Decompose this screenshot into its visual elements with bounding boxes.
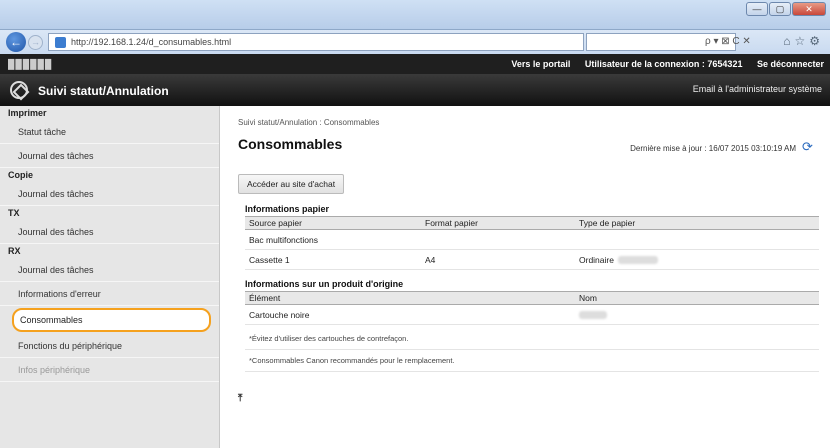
table-cell: Cartouche noire: [245, 304, 575, 325]
sidebar-item-device-info[interactable]: Infos périphérique: [0, 358, 219, 382]
paper-info-title: Informations papier: [245, 204, 330, 214]
table-cell: A4: [421, 249, 575, 270]
browser-nav-bar: ← → http://192.168.1.24/d_consumables.ht…: [0, 30, 830, 54]
sidebar-item-device-features[interactable]: Fonctions du périphérique: [0, 334, 219, 358]
last-update-text: Dernière mise à jour : 16/07 2015 03:10:…: [630, 144, 796, 153]
genuine-product-table: Élément Nom Cartouche noire: [245, 291, 819, 325]
search-controls-label: ρ ▾ ⊠ C ✕: [705, 36, 751, 47]
portal-link[interactable]: Vers le portail: [511, 59, 570, 69]
note-recommended: *Consommables Canon recommandés pour le …: [245, 350, 819, 372]
sidebar-item-error-info[interactable]: Informations d'erreur: [0, 282, 219, 306]
browser-toolbar-icons: ⌂☆⚙: [783, 34, 824, 48]
notes: *Évitez d'utiliser des cartouches de con…: [245, 328, 819, 372]
sidebar-item-consumables[interactable]: Consommables: [12, 308, 211, 332]
scroll-to-top-icon[interactable]: ⤒: [238, 393, 242, 404]
maximize-icon[interactable]: ▢: [769, 2, 791, 16]
table-cell: [575, 229, 819, 250]
address-bar[interactable]: http://192.168.1.24/d_consumables.html: [48, 33, 584, 51]
table-header: Source papier: [245, 216, 421, 230]
sidebar-item-tx-job-log[interactable]: Journal des tâches: [0, 220, 219, 244]
buy-site-button[interactable]: Accéder au site d'achat: [238, 174, 345, 194]
table-header: Type de papier: [575, 216, 819, 230]
sidebar: Imprimer Statut tâche Journal des tâches…: [0, 106, 220, 448]
window-titlebar: — ▢ ✕: [0, 0, 830, 30]
refresh-icon[interactable]: ⟳: [802, 140, 816, 154]
page-title: Consommables: [238, 136, 343, 152]
admin-email-link[interactable]: Email à l'administrateur système: [693, 84, 822, 94]
table-row: Bac multifonctions: [245, 229, 819, 250]
top-bar: ██████ Vers le portail Utilisateur de la…: [0, 54, 830, 74]
table-cell: Ordinaire: [579, 254, 614, 265]
page-header: Suivi statut/Annulation Email à l'admini…: [0, 74, 830, 106]
favorites-icon[interactable]: ☆: [794, 34, 809, 48]
note-counterfeit: *Évitez d'utiliser des cartouches de con…: [245, 328, 819, 350]
table-header: Nom: [575, 291, 819, 305]
table-cell: Cassette 1: [245, 249, 421, 270]
sidebar-section-copy: Copie: [8, 170, 34, 180]
back-icon[interactable]: ←: [6, 32, 26, 52]
login-user-label: Utilisateur de la connexion : 7654321: [584, 59, 743, 69]
address-url: http://192.168.1.24/d_consumables.html: [71, 37, 232, 47]
table-row: Cartouche noire: [245, 304, 819, 325]
device-name: ██████: [8, 59, 53, 69]
blurred-value: [617, 256, 658, 265]
table-cell-type: Ordinaire: [575, 249, 819, 270]
status-monitor-icon: [10, 81, 28, 99]
table-header: Format papier: [421, 216, 575, 230]
forward-icon[interactable]: →: [28, 35, 43, 50]
sidebar-item-rx-job-log[interactable]: Journal des tâches: [0, 258, 219, 282]
sidebar-item-print-job-status[interactable]: Statut tâche: [0, 120, 219, 144]
table-cell: Bac multifonctions: [245, 229, 421, 250]
address-search-controls[interactable]: ρ ▾ ⊠ C ✕: [586, 33, 751, 51]
blurred-value: [579, 311, 607, 320]
home-icon[interactable]: ⌂: [783, 34, 794, 48]
page-favicon-icon: [55, 37, 66, 48]
sidebar-section-print: Imprimer: [8, 108, 47, 118]
table-header-row: Élément Nom: [245, 291, 819, 305]
sidebar-section-tx: TX: [8, 208, 20, 218]
main-content: Suivi statut/Annulation : Consommables C…: [221, 106, 830, 448]
table-cell: [421, 229, 575, 250]
sidebar-item-print-job-log[interactable]: Journal des tâches: [0, 144, 219, 168]
table-cell-name: [575, 304, 819, 325]
breadcrumb: Suivi statut/Annulation : Consommables: [238, 118, 380, 127]
sidebar-section-rx: RX: [8, 246, 21, 256]
genuine-product-title: Informations sur un produit d'origine: [245, 279, 404, 289]
table-row: Cassette 1 A4 Ordinaire: [245, 249, 819, 270]
settings-gear-icon[interactable]: ⚙: [809, 34, 824, 48]
sidebar-item-copy-job-log[interactable]: Journal des tâches: [0, 182, 219, 206]
header-title: Suivi statut/Annulation: [38, 84, 169, 98]
close-icon[interactable]: ✕: [792, 2, 826, 16]
paper-info-table: Source papier Format papier Type de papi…: [245, 216, 819, 270]
table-header: Élément: [245, 291, 575, 305]
table-header-row: Source papier Format papier Type de papi…: [245, 216, 819, 230]
minimize-icon[interactable]: —: [746, 2, 768, 16]
logout-link[interactable]: Se déconnecter: [757, 59, 824, 69]
